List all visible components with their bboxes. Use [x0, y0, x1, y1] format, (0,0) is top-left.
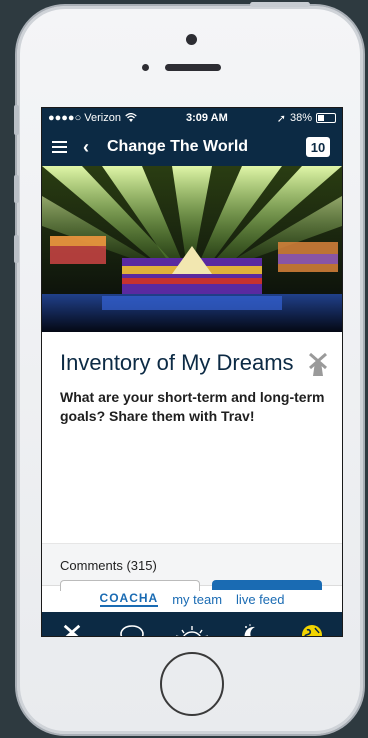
stage-illustration: [42, 166, 342, 332]
comments-count[interactable]: Comments (315): [60, 558, 157, 573]
navigation-bar: ‹ Change The World 10: [42, 128, 342, 166]
volume-down-button: [14, 235, 19, 263]
back-chevron-icon[interactable]: ‹: [83, 137, 89, 158]
power-button: [250, 2, 310, 7]
front-camera: [186, 34, 197, 45]
proximity-sensor: [142, 64, 149, 71]
earpiece-speaker: [165, 64, 221, 71]
card-title: Inventory of My Dreams: [60, 350, 294, 375]
hero-image-concert-stage: [42, 166, 342, 332]
tab-world[interactable]: [292, 615, 332, 636]
coacha-logo: COACHA: [99, 591, 159, 607]
moon-icon: [244, 623, 255, 636]
comments-section: Comments (315): [42, 543, 342, 591]
chat-bubble-icon: [120, 624, 144, 636]
wifi-icon: [125, 113, 137, 122]
status-bar: ●●●●○ Verizon 3:09 AM ➚ 38%: [42, 108, 342, 128]
card-description: What are your short-term and long-term g…: [60, 389, 325, 425]
nav-title: Change The World: [107, 138, 249, 155]
post-comment-button[interactable]: [212, 580, 322, 590]
status-time: 3:09 AM: [185, 112, 228, 124]
points-badge[interactable]: 10: [306, 137, 330, 157]
battery-icon: [316, 113, 336, 123]
bottom-tab-bar: [42, 612, 342, 636]
battery-percent: 38%: [289, 112, 312, 124]
my-team-link[interactable]: my team: [172, 592, 222, 607]
tab-chat[interactable]: [112, 615, 152, 636]
home-button[interactable]: [160, 652, 224, 716]
tab-night[interactable]: [232, 615, 272, 636]
windmill-icon: [309, 352, 327, 376]
sunrise-icon: [175, 625, 209, 636]
windmill-icon: [63, 624, 81, 636]
globe-icon: [302, 624, 322, 636]
app-screen: ●●●●○ Verizon 3:09 AM ➚ 38% ‹ Change The…: [41, 107, 343, 637]
location-arrow-icon: ➚: [276, 112, 286, 125]
tab-windmill[interactable]: [52, 615, 92, 636]
mute-switch: [14, 105, 19, 135]
hamburger-menu-icon[interactable]: [52, 141, 67, 153]
comment-input[interactable]: [60, 580, 200, 591]
volume-up-button: [14, 175, 19, 203]
carrier-signal: ●●●●○ Verizon: [48, 112, 121, 124]
tab-sunrise[interactable]: [172, 615, 212, 636]
live-feed-link[interactable]: live feed: [236, 592, 284, 607]
challenge-card: Inventory of My Dreams What are your sho…: [42, 332, 342, 543]
